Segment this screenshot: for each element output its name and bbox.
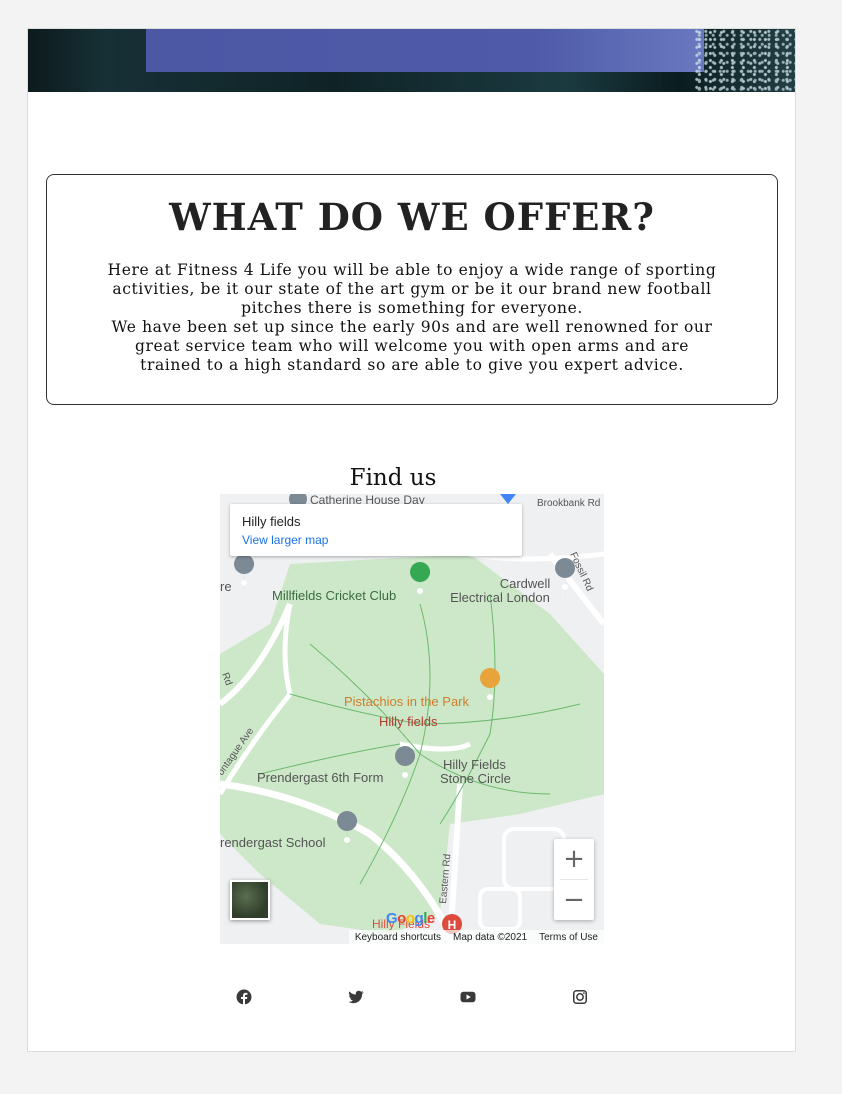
terms-of-use-link[interactable]: Terms of Use <box>539 932 598 943</box>
building-outline <box>478 887 522 931</box>
zoom-in-button[interactable]: + <box>554 839 594 879</box>
map-info-card: Hilly fields View larger map <box>230 504 522 556</box>
hero-banner-overlay <box>146 29 704 72</box>
keyboard-shortcuts-link[interactable]: Keyboard shortcuts <box>355 932 441 943</box>
youtube-link[interactable] <box>460 989 478 1007</box>
youtube-icon <box>460 991 476 1003</box>
view-larger-map-link[interactable]: View larger map <box>242 533 328 547</box>
map-label: Pistachios in the Park <box>344 694 470 709</box>
facebook-icon <box>236 989 252 1005</box>
instagram-icon <box>573 990 587 1004</box>
twitter-icon <box>348 990 364 1004</box>
map-label: rendergast School <box>220 835 326 850</box>
map-place-name: Hilly fields <box>242 514 301 529</box>
find-us-title: Find us <box>349 465 437 491</box>
social-links <box>236 989 596 1013</box>
map-label: Cardwell <box>500 576 551 591</box>
satellite-toggle-button[interactable] <box>230 880 270 920</box>
map-label: Hilly fields <box>379 714 438 729</box>
hero-banner-image <box>28 29 795 92</box>
twitter-link[interactable] <box>348 989 366 1007</box>
map-label: re <box>220 579 232 594</box>
pin-left[interactable] <box>234 554 255 598</box>
map-label: Stone Circle <box>440 771 511 786</box>
map-data-text: Map data ©2021 <box>453 931 528 943</box>
zoom-controls: + − <box>554 839 594 920</box>
offer-section: WHAT DO WE OFFER? Here at Fitness 4 Life… <box>46 174 778 405</box>
map-footer: Keyboard shortcuts Map data ©2021 Terms … <box>348 930 604 944</box>
offer-title: WHAT DO WE OFFER? <box>169 195 655 239</box>
offer-paragraph-1: Here at Fitness 4 Life you will be able … <box>107 261 717 317</box>
zoom-out-button[interactable]: − <box>554 880 594 920</box>
offer-description: Here at Fitness 4 Life you will be able … <box>103 261 721 375</box>
facebook-link[interactable] <box>236 989 254 1007</box>
page-container: WHAT DO WE OFFER? Here at Fitness 4 Life… <box>27 28 796 1052</box>
pin-brookbank[interactable] <box>500 494 516 504</box>
embedded-map[interactable]: H Catherine House Day Brookbank Rd Fossi… <box>220 494 604 944</box>
map-label: Brookbank Rd <box>537 498 600 509</box>
google-logo: Google <box>386 910 435 927</box>
map-label: Millfields Cricket Club <box>272 588 396 603</box>
map-label: Prendergast 6th Form <box>257 770 383 785</box>
map-canvas[interactable]: H Catherine House Day Brookbank Rd Fossi… <box>220 494 604 944</box>
map-label: Hilly Fields <box>443 757 506 772</box>
map-label: Electrical London <box>450 590 550 605</box>
instagram-link[interactable] <box>572 989 590 1007</box>
offer-paragraph-2: We have been set up since the early 90s … <box>111 318 713 374</box>
